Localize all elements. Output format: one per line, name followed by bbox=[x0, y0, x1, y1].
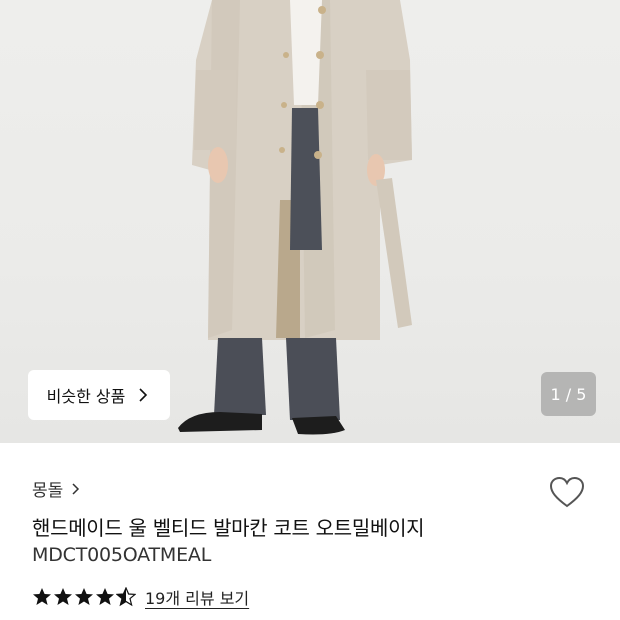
similar-products-label: 비슷한 상품 bbox=[46, 387, 126, 406]
star-half-icon bbox=[116, 587, 136, 607]
chevron-right-icon bbox=[72, 482, 80, 495]
product-title: 핸드메이드 울 벨티드 발마칸 코트 오트밀베이지 bbox=[32, 516, 425, 540]
similar-products-button[interactable]: 비슷한 상품 bbox=[28, 370, 170, 420]
product-code: MDCT005OATMEAL bbox=[32, 544, 212, 566]
heart-outline-icon[interactable] bbox=[548, 474, 586, 512]
star-rating bbox=[32, 587, 137, 607]
product-image-carousel[interactable]: 비슷한 상품 1 / 5 bbox=[0, 0, 620, 443]
star-icon-2 bbox=[54, 588, 72, 605]
review-link[interactable]: 19개 리뷰 보기 bbox=[145, 585, 249, 609]
star-icon-3 bbox=[75, 588, 93, 605]
chevron-right-icon bbox=[139, 388, 148, 402]
brand-link[interactable]: 몽돌 bbox=[32, 476, 83, 501]
star-icon-4 bbox=[96, 588, 114, 605]
rating-row: 19개 리뷰 보기 bbox=[32, 585, 249, 609]
brand-name: 몽돌 bbox=[32, 481, 64, 501]
image-counter: 1 / 5 bbox=[541, 372, 596, 416]
star-icon-1 bbox=[33, 588, 51, 605]
